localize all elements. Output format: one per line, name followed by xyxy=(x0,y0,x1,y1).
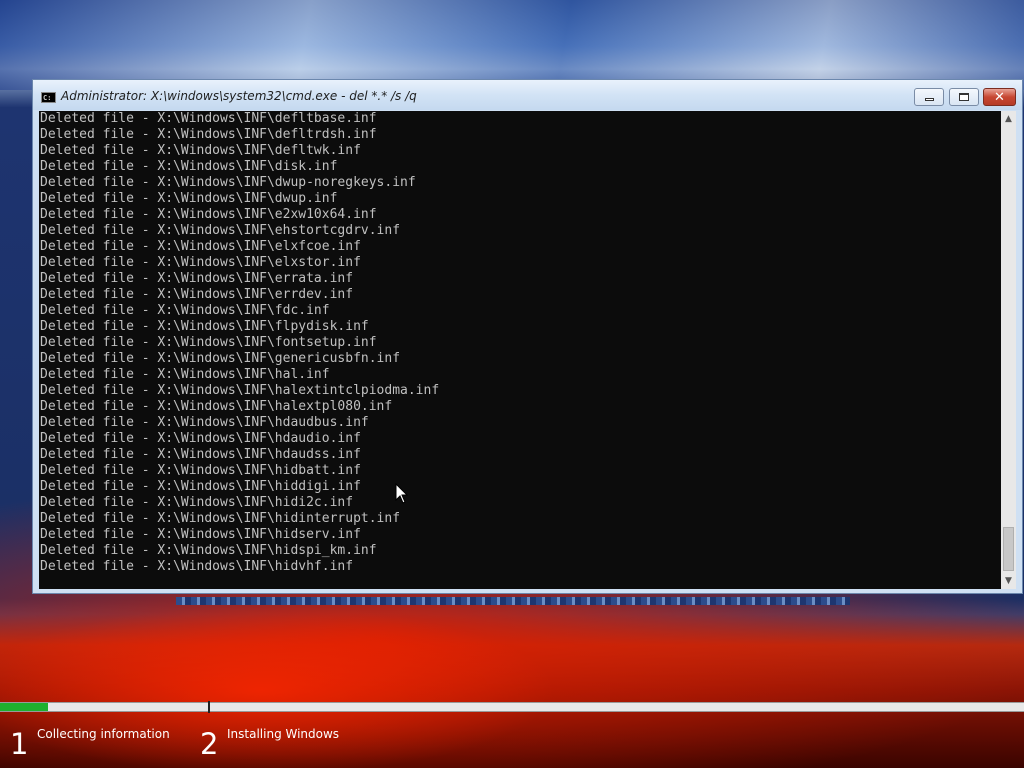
console-line: Deleted file - X:\Windows\INF\hidbatt.in… xyxy=(40,463,361,478)
console-line: Deleted file - X:\Windows\INF\halextintc… xyxy=(40,383,440,398)
console-line: Deleted file - X:\Windows\INF\hidinterru… xyxy=(40,511,401,526)
console-line: Deleted file - X:\Windows\INF\hdaudbus.i… xyxy=(40,415,369,430)
maximize-icon xyxy=(959,93,969,101)
console-line: Deleted file - X:\Windows\INF\genericusb… xyxy=(40,351,401,366)
console-line: Deleted file - X:\Windows\INF\hidi2c.inf xyxy=(40,495,354,510)
console-line: Deleted file - X:\Windows\INF\hidspi_km.… xyxy=(40,543,377,558)
console-line: Deleted file - X:\Windows\INF\hdaudss.in… xyxy=(40,447,361,462)
scroll-down-arrow-icon[interactable]: ▼ xyxy=(1001,573,1016,589)
console-line: Deleted file - X:\Windows\INF\disk.inf xyxy=(40,159,338,174)
cmd-icon: C: xyxy=(41,92,56,103)
cmd-window[interactable]: C: Administrator: X:\windows\system32\cm… xyxy=(32,79,1023,594)
console-line: Deleted file - X:\Windows\INF\hidserv.in… xyxy=(40,527,361,542)
console-line: Deleted file - X:\Windows\INF\defltbase.… xyxy=(40,111,377,126)
console-line: Deleted file - X:\Windows\INF\hiddigi.in… xyxy=(40,479,361,494)
console-line: Deleted file - X:\Windows\INF\errdev.inf xyxy=(40,287,354,302)
console-line: Deleted file - X:\Windows\INF\defltwk.in… xyxy=(40,143,361,158)
console-line: Deleted file - X:\Windows\INF\hal.inf xyxy=(40,367,330,382)
console-line: Deleted file - X:\Windows\INF\fdc.inf xyxy=(40,303,330,318)
console-line: Deleted file - X:\Windows\INF\dwup.inf xyxy=(40,191,338,206)
step-1-number: 1 xyxy=(10,727,29,761)
step-2-number: 2 xyxy=(200,727,219,761)
wallpaper-clouds xyxy=(0,0,1024,90)
setup-progress-bar xyxy=(0,701,1024,713)
scroll-up-arrow-icon[interactable]: ▲ xyxy=(1001,111,1016,127)
wallpaper-water-reflection xyxy=(176,597,850,605)
console-line: Deleted file - X:\Windows\INF\flpydisk.i… xyxy=(40,319,369,334)
console-line: Deleted file - X:\Windows\INF\elxstor.in… xyxy=(40,255,361,270)
console-line: Deleted file - X:\Windows\INF\elxfcoe.in… xyxy=(40,239,361,254)
console-line: Deleted file - X:\Windows\INF\ehstortcgd… xyxy=(40,223,401,238)
step-2-label: Installing Windows xyxy=(227,727,340,741)
console-scrollbar[interactable]: ▲ ▼ xyxy=(1001,111,1016,589)
console-line: Deleted file - X:\Windows\INF\errata.inf xyxy=(40,271,354,286)
step-1-label: Collecting information xyxy=(37,727,170,741)
minimize-button[interactable] xyxy=(914,88,944,106)
window-titlebar[interactable]: C: Administrator: X:\windows\system32\cm… xyxy=(33,80,1022,110)
setup-progress-fill xyxy=(0,703,49,711)
console-line: Deleted file - X:\Windows\INF\e2xw10x64.… xyxy=(40,207,377,222)
console-line: Deleted file - X:\Windows\INF\dwup-noreg… xyxy=(40,175,416,190)
mouse-pointer-icon xyxy=(395,483,409,504)
console-line: Deleted file - X:\Windows\INF\hdaudio.in… xyxy=(40,431,361,446)
minimize-icon xyxy=(924,97,934,101)
console-line: Deleted file - X:\Windows\INF\defltrdsh.… xyxy=(40,127,377,142)
console-output[interactable]: Deleted file - X:\Windows\INF\defltbase.… xyxy=(39,111,1001,589)
console-line: Deleted file - X:\Windows\INF\halextpl08… xyxy=(40,399,393,414)
window-title: Administrator: X:\windows\system32\cmd.e… xyxy=(61,89,417,103)
maximize-button[interactable] xyxy=(949,88,979,106)
console-line: Deleted file - X:\Windows\INF\hidvhf.inf xyxy=(40,559,354,574)
close-button[interactable]: ✕ xyxy=(983,88,1016,106)
close-icon: ✕ xyxy=(994,89,1005,105)
console-line: Deleted file - X:\Windows\INF\fontsetup.… xyxy=(40,335,377,350)
scroll-thumb[interactable] xyxy=(1003,527,1014,571)
step-divider xyxy=(208,701,210,713)
